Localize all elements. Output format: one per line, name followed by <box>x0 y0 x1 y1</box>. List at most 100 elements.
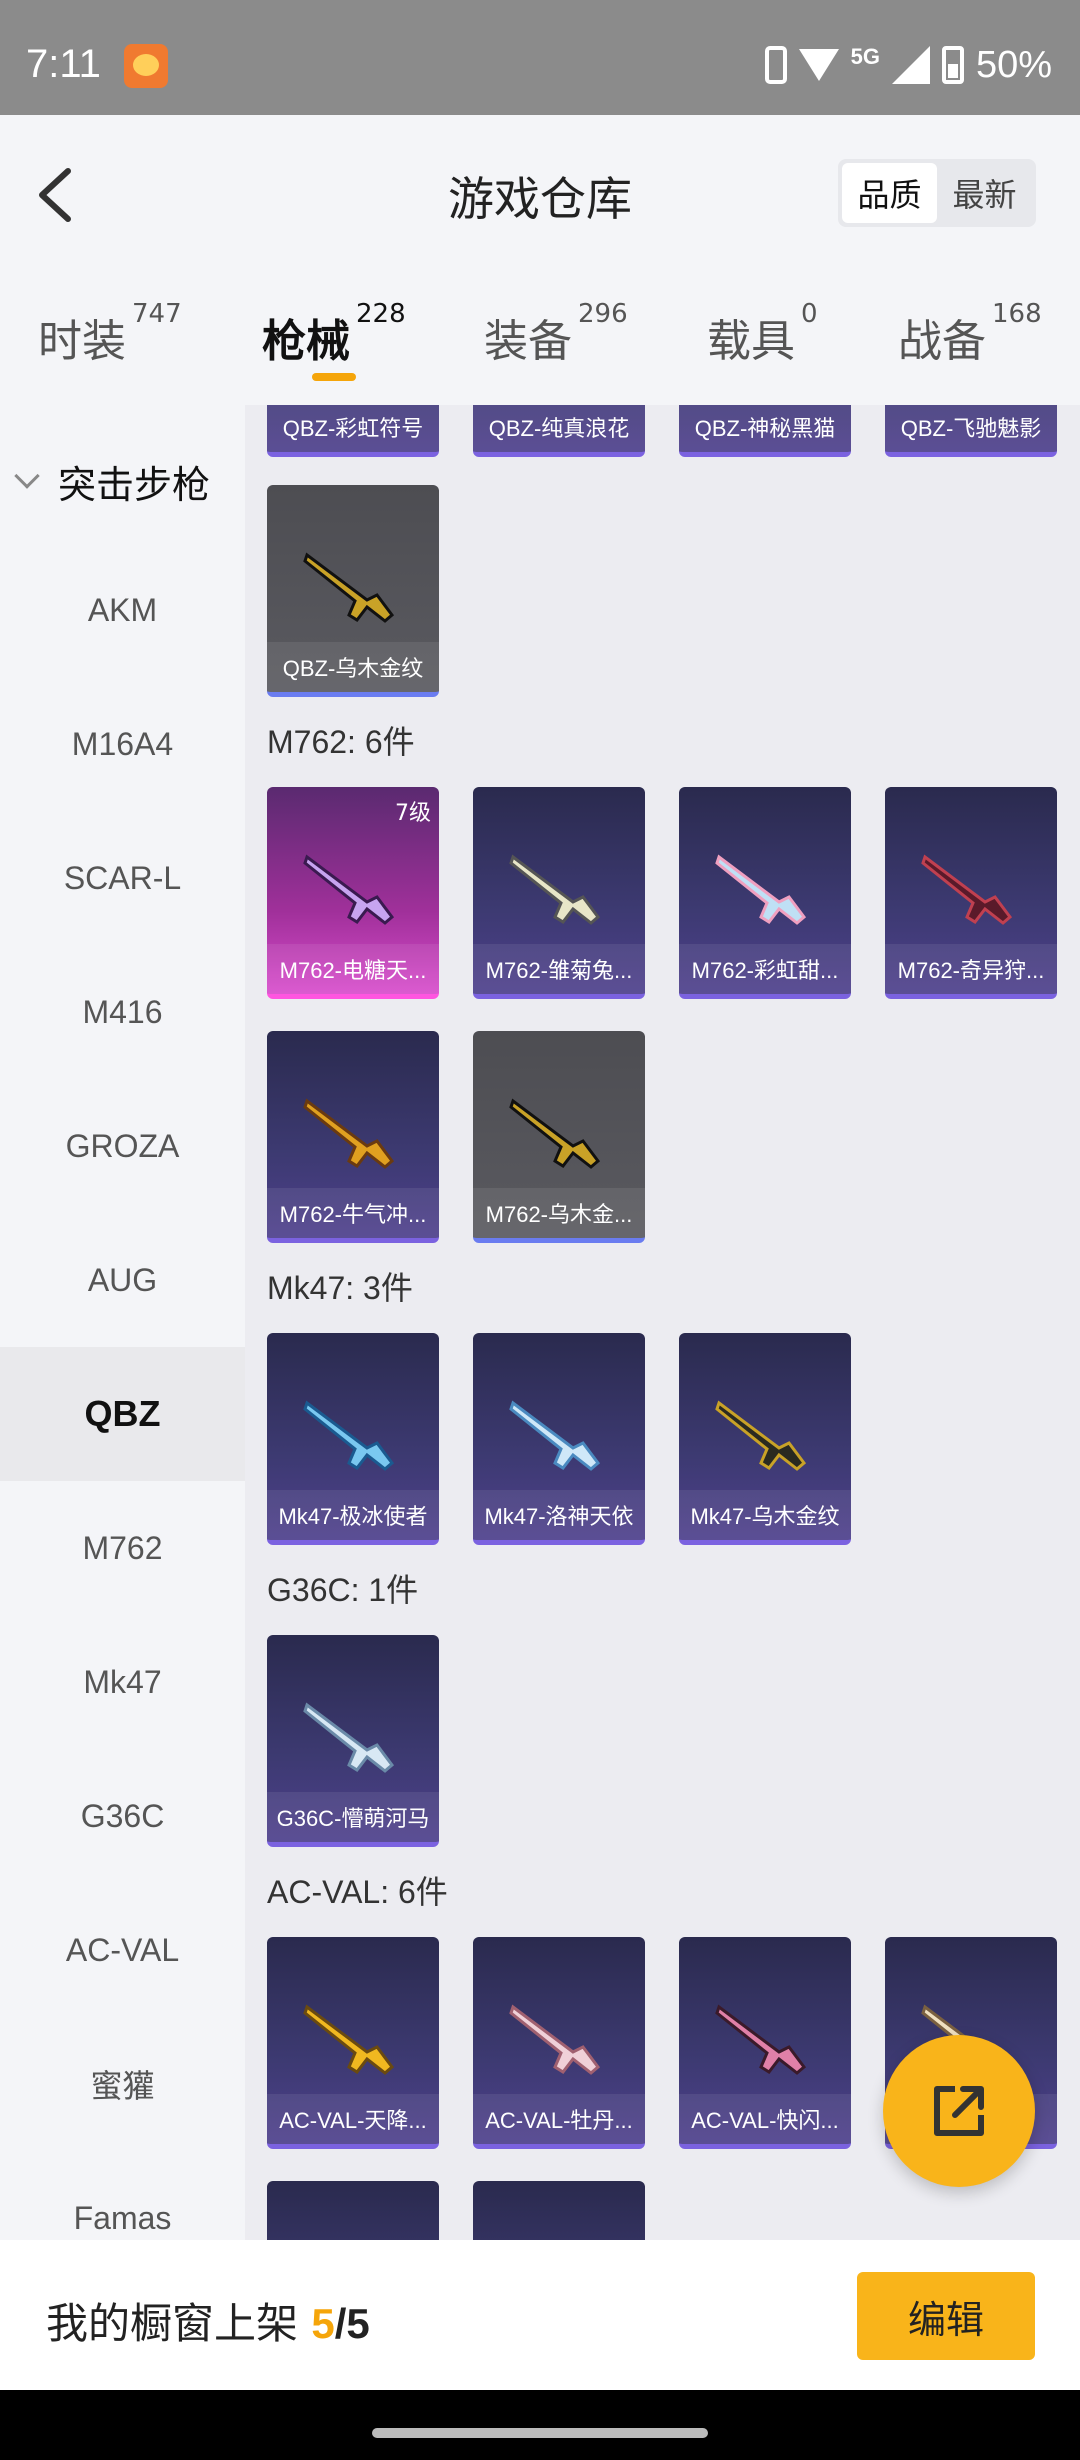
status-icons: 5G 50% <box>764 40 1052 90</box>
skin-name: AC-VAL-快闪... <box>679 2094 851 2144</box>
skin-name: Mk47-洛神天依 <box>473 1490 645 1540</box>
skin-card[interactable]: Mk47-乌木金纹 <box>679 1333 851 1545</box>
home-handle[interactable] <box>372 2428 708 2438</box>
skin-card[interactable]: QBZ-纯真浪花 <box>473 405 645 457</box>
skin-card[interactable] <box>267 2181 439 2240</box>
skin-name: M762-电糖天... <box>267 944 439 994</box>
tab-outfits[interactable]: 时装747 <box>38 299 182 369</box>
skin-card[interactable]: G36C-懵萌河马 <box>267 1635 439 1847</box>
sidebar-item[interactable]: AC-VAL <box>0 1883 245 2017</box>
tab-label: 枪械 <box>262 316 350 367</box>
skin-name: Mk47-乌木金纹 <box>679 1490 851 1540</box>
skin-name: Mk47-极冰使者 <box>267 1490 439 1540</box>
skin-card[interactable]: M762-彩虹甜... <box>679 787 851 999</box>
signal-icon <box>891 46 930 84</box>
sidebar-item[interactable]: G36C <box>0 1749 245 1883</box>
chevron-down-icon <box>14 463 40 489</box>
skin-card[interactable]: QBZ-神秘黑猫 <box>679 405 851 457</box>
rifle-image <box>715 2004 807 2075</box>
sort-toggle: 品质 最新 <box>838 159 1036 227</box>
showcase-current: 5 <box>311 2300 335 2347</box>
share-icon <box>934 2086 984 2136</box>
status-time: 7:11 <box>26 42 101 86</box>
vibrate-icon <box>764 46 787 84</box>
skin-name: G36C-懵萌河马 <box>267 1792 439 1842</box>
sidebar-item[interactable]: Mk47 <box>0 1615 245 1749</box>
tab-vehicles[interactable]: 载具0 <box>707 299 818 369</box>
skin-card[interactable] <box>473 2181 645 2240</box>
skin-card[interactable]: Mk47-极冰使者 <box>267 1333 439 1545</box>
rifle-image <box>509 1098 601 1169</box>
skin-card[interactable]: M762-乌木金... <box>473 1031 645 1243</box>
sidebar-item[interactable]: AKM <box>0 543 245 677</box>
rifle-image <box>509 1400 601 1471</box>
battery-percent: 50% <box>975 43 1052 86</box>
tab-supplies[interactable]: 战备168 <box>898 299 1042 369</box>
tab-equipment[interactable]: 装备296 <box>484 299 628 369</box>
tab-weapons[interactable]: 枪械228 <box>262 299 406 369</box>
share-button[interactable] <box>883 2035 1035 2187</box>
showcase-label: 我的橱窗上架 <box>46 2299 312 2348</box>
header: 游戏仓库 品质 最新 <box>0 115 1080 275</box>
wifi-icon <box>798 49 839 81</box>
sidebar-item[interactable]: SCAR-L <box>0 811 245 945</box>
skin-card[interactable]: M762-雏菊兔... <box>473 787 645 999</box>
skin-name: M762-牛气冲... <box>267 1188 439 1238</box>
active-tab-indicator <box>312 373 356 381</box>
level-badge: 7级 <box>395 801 431 826</box>
rifle-image <box>715 854 807 925</box>
sidebar-item[interactable]: M416 <box>0 945 245 1079</box>
skin-card[interactable]: QBZ-乌木金纹 <box>267 485 439 697</box>
weapon-sidebar: 突击步枪 AKM M16A4 SCAR-L M416 GROZA AUG QBZ… <box>0 405 245 2240</box>
section-title: AC-VAL: 6件 <box>267 1874 448 1910</box>
system-nav-bar <box>0 2390 1080 2460</box>
showcase-total: /5 <box>334 2300 370 2347</box>
tab-label: 时装 <box>38 316 126 367</box>
skin-card[interactable]: M762-牛气冲... <box>267 1031 439 1243</box>
rifle-image <box>303 1400 395 1471</box>
skin-name: M762-乌木金... <box>473 1188 645 1238</box>
sidebar-item[interactable]: AUG <box>0 1213 245 1347</box>
tab-label: 装备 <box>484 316 572 367</box>
rifle-image <box>303 854 395 925</box>
tab-count: 228 <box>356 299 406 329</box>
edit-button[interactable]: 编辑 <box>857 2272 1035 2360</box>
skin-name: M762-奇异狩... <box>885 944 1057 994</box>
skin-card[interactable]: M762-奇异狩... <box>885 787 1057 999</box>
sidebar-group-assault-rifles[interactable]: 突击步枪 <box>0 449 245 513</box>
showcase-status: 我的橱窗上架 5/5 <box>46 2290 370 2351</box>
sidebar-item[interactable]: Famas <box>0 2151 245 2240</box>
section-title: Mk47: 3件 <box>267 1270 413 1306</box>
skin-name: AC-VAL-牡丹... <box>473 2094 645 2144</box>
skin-grid: QBZ-彩虹符号 QBZ-纯真浪花 QBZ-神秘黑猫 QBZ-飞驰魅影 QBZ-… <box>245 405 1080 2240</box>
skin-card[interactable]: 7级 M762-电糖天... <box>267 787 439 999</box>
sort-latest-button[interactable]: 最新 <box>937 163 1032 223</box>
skin-card[interactable]: AC-VAL-快闪... <box>679 1937 851 2149</box>
skin-card[interactable]: QBZ-彩虹符号 <box>267 405 439 457</box>
skin-card[interactable]: QBZ-飞驰魅影 <box>885 405 1057 457</box>
skin-name: QBZ-飞驰魅影 <box>885 405 1057 452</box>
skin-name: QBZ-纯真浪花 <box>473 405 645 452</box>
tab-count: 747 <box>132 299 182 329</box>
rifle-image <box>715 1400 807 1471</box>
skin-name: QBZ-神秘黑猫 <box>679 405 851 452</box>
skin-card[interactable]: AC-VAL-牡丹... <box>473 1937 645 2149</box>
sort-quality-button[interactable]: 品质 <box>842 163 937 223</box>
battery-icon <box>941 46 964 84</box>
skin-card[interactable]: Mk47-洛神天依 <box>473 1333 645 1545</box>
network-type: 5G <box>850 44 880 69</box>
rifle-image <box>303 552 395 623</box>
tab-count: 168 <box>992 299 1042 329</box>
sidebar-item[interactable]: GROZA <box>0 1079 245 1213</box>
sidebar-item[interactable]: M16A4 <box>0 677 245 811</box>
rifle-image <box>509 854 601 925</box>
sidebar-item[interactable]: 蜜獾 <box>0 2017 245 2151</box>
sidebar-item[interactable]: M762 <box>0 1481 245 1615</box>
sidebar-group-label: 突击步枪 <box>58 462 211 507</box>
skin-name: M762-彩虹甜... <box>679 944 851 994</box>
rifle-image <box>303 1702 395 1773</box>
sidebar-item-active[interactable]: QBZ <box>0 1347 245 1481</box>
section-title: M762: 6件 <box>267 724 415 760</box>
rifle-image <box>921 854 1013 925</box>
skin-card[interactable]: AC-VAL-天降... <box>267 1937 439 2149</box>
